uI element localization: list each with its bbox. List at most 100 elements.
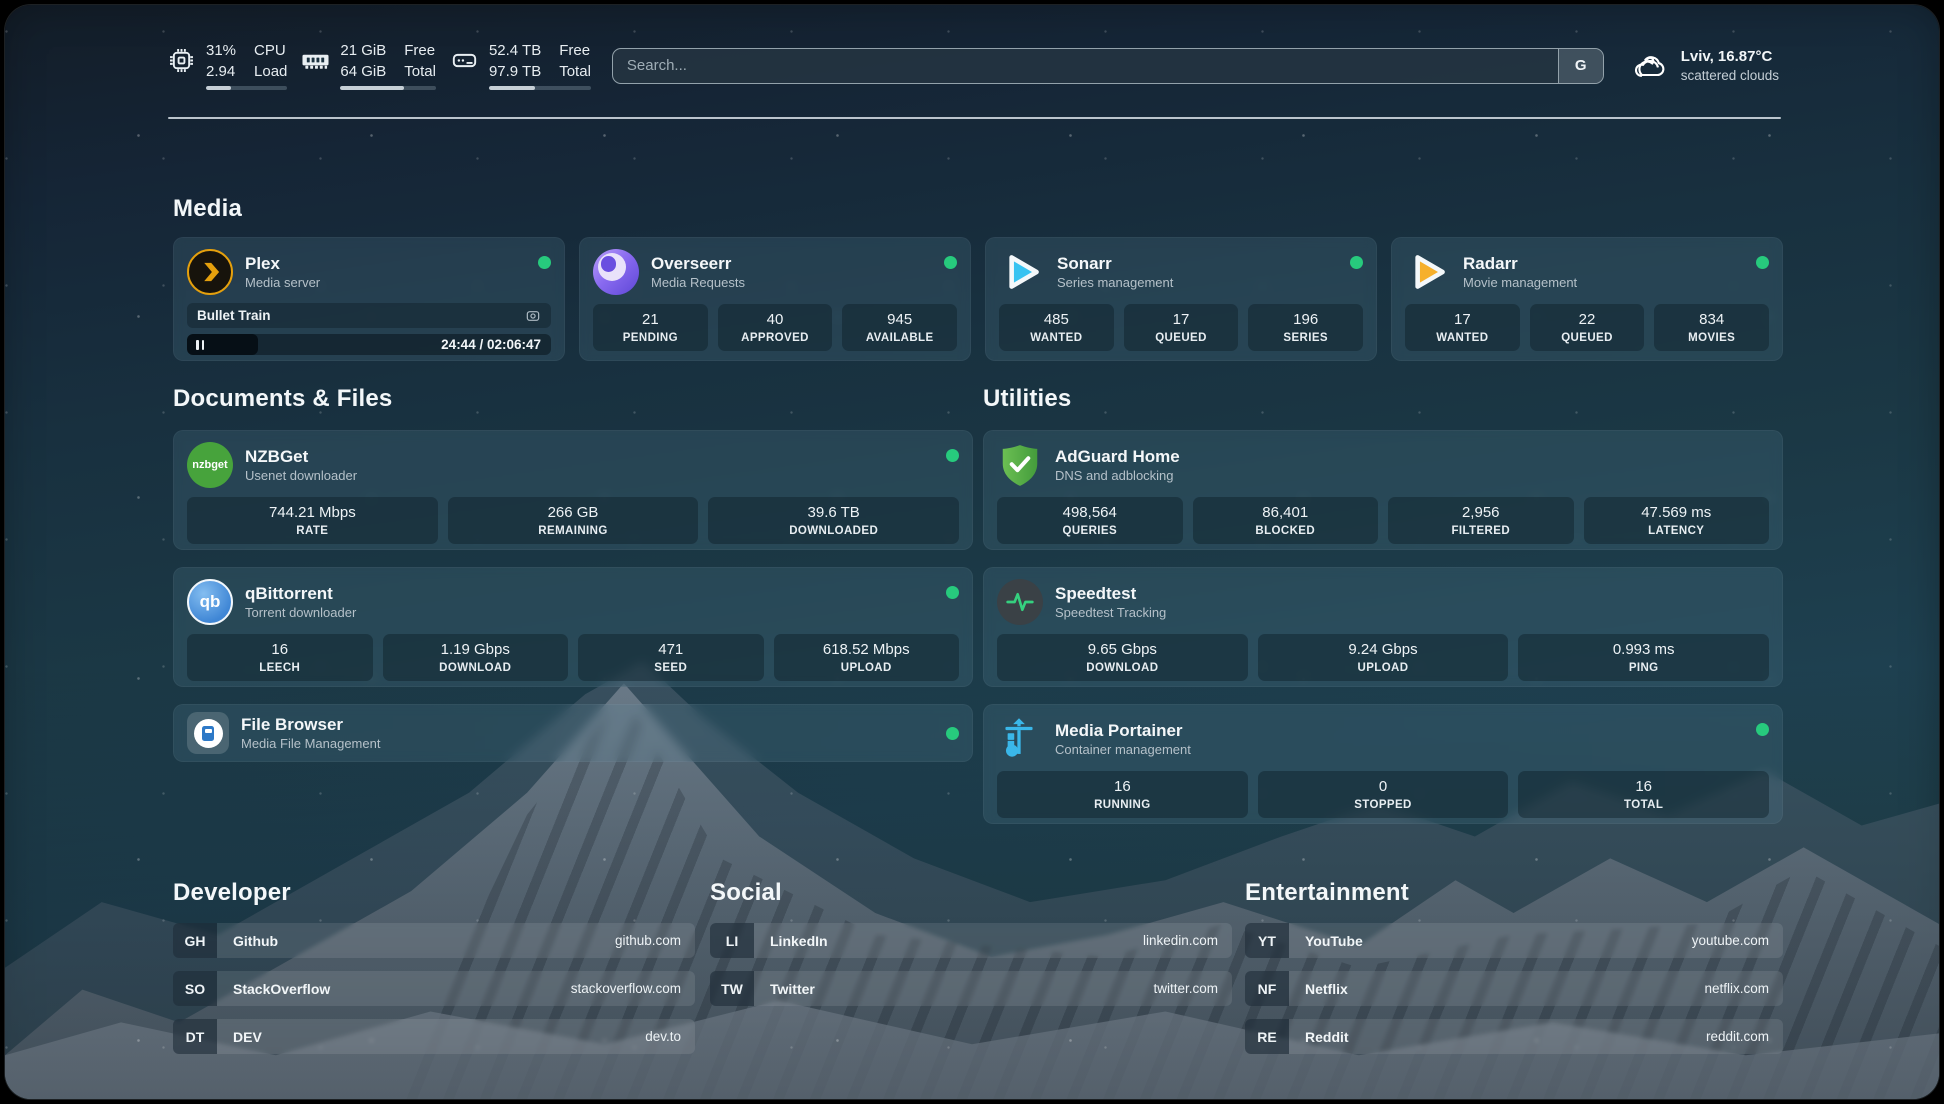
- stat-value: 1.19 Gbps: [391, 639, 561, 661]
- weather-condition: scattered clouds: [1681, 67, 1779, 85]
- stat-value: 21: [601, 309, 700, 331]
- system-stat-memory: 21 GiB 64 GiB Free Total: [302, 41, 436, 90]
- link-row-youtube[interactable]: YT YouTube youtube.com: [1245, 923, 1783, 958]
- speedtest-icon: [997, 579, 1043, 625]
- link-name: Reddit: [1305, 1029, 1349, 1045]
- stat-label: LATENCY: [1592, 524, 1762, 540]
- search-engine-button[interactable]: G: [1558, 49, 1603, 83]
- search-input[interactable]: [613, 57, 1558, 74]
- weather-location: Lviv, 16.87°C: [1681, 47, 1779, 67]
- stat-value: 618.52 Mbps: [782, 639, 952, 661]
- load-label: Load: [254, 62, 287, 83]
- link-name: DEV: [233, 1029, 262, 1045]
- stat-label: WANTED: [1413, 331, 1512, 347]
- stat-value: 0: [1266, 776, 1501, 798]
- section-title-utilities: Utilities: [983, 385, 1071, 413]
- link-row-linkedin[interactable]: LI LinkedIn linkedin.com: [710, 923, 1232, 958]
- section-title-media: Media: [173, 195, 242, 223]
- stat-tile: 39.6 TB DOWNLOADED: [708, 497, 959, 544]
- playback-time: 24:44 / 02:06:47: [441, 337, 541, 352]
- link-column-developer: GH Github github.com SO StackOverflow st…: [173, 923, 695, 1054]
- filebrowser-icon: [187, 712, 229, 754]
- app-title: AdGuard Home: [1055, 446, 1180, 468]
- now-playing-row: Bullet Train: [187, 303, 551, 328]
- stat-label: QUEUED: [1538, 331, 1637, 347]
- app-subtitle: Usenet downloader: [245, 468, 357, 485]
- system-stat-disk: 52.4 TB 97.9 TB Free Total: [451, 41, 591, 90]
- portainer-icon: [997, 716, 1043, 762]
- app-card-adguard[interactable]: AdGuard Home DNS and adblocking 498,564 …: [983, 430, 1783, 550]
- link-row-stackoverflow[interactable]: SO StackOverflow stackoverflow.com: [173, 971, 695, 1006]
- stat-tile: 744.21 Mbps RATE: [187, 497, 438, 544]
- status-online-dot: [946, 449, 959, 462]
- app-title: File Browser: [241, 714, 380, 736]
- stat-tile: 2,956 FILTERED: [1388, 497, 1574, 544]
- stat-label: DOWNLOAD: [391, 661, 561, 677]
- disk-total-label: Total: [559, 62, 591, 83]
- qbittorrent-icon-text: qb: [200, 592, 221, 612]
- stat-value: 498,564: [1005, 502, 1175, 524]
- app-card-sonarr[interactable]: Sonarr Series management 485 WANTED 17 Q…: [985, 237, 1377, 361]
- app-card-nzbget[interactable]: nzbget NZBGet Usenet downloader 744.21 M…: [173, 430, 973, 550]
- sonarr-icon: [999, 249, 1045, 295]
- link-row-netflix[interactable]: NF Netflix netflix.com: [1245, 971, 1783, 1006]
- ram-free-label: Free: [404, 41, 436, 62]
- stat-tile: 16 RUNNING: [997, 771, 1248, 818]
- section-title-social: Social: [710, 879, 782, 907]
- app-card-qbittorrent[interactable]: qb qBittorrent Torrent downloader 16 LEE…: [173, 567, 973, 687]
- app-subtitle: Media server: [245, 275, 320, 292]
- ram-progress-fill: [340, 86, 404, 90]
- link-badge: NF: [1245, 971, 1289, 1006]
- stat-tile: 16 TOTAL: [1518, 771, 1769, 818]
- ram-free-value: 21 GiB: [340, 41, 386, 62]
- app-card-radarr[interactable]: Radarr Movie management 17 WANTED 22 QUE…: [1391, 237, 1783, 361]
- link-row-reddit[interactable]: RE Reddit reddit.com: [1245, 1019, 1783, 1054]
- stat-value: 17: [1413, 309, 1512, 331]
- link-row-twitter[interactable]: TW Twitter twitter.com: [710, 971, 1232, 1006]
- playback-progress-bar[interactable]: 24:44 / 02:06:47: [187, 334, 551, 355]
- link-badge: SO: [173, 971, 217, 1006]
- stat-tile: 17 QUEUED: [1124, 304, 1239, 351]
- stat-value: 266 GB: [456, 502, 691, 524]
- pause-icon[interactable]: [196, 340, 204, 350]
- app-card-overseerr[interactable]: Overseerr Media Requests 21 PENDING 40 A…: [579, 237, 971, 361]
- app-card-portainer[interactable]: Media Portainer Container management 16 …: [983, 704, 1783, 824]
- stat-value: 196: [1256, 309, 1355, 331]
- stat-value: 39.6 TB: [716, 502, 951, 524]
- stat-label: UPLOAD: [1266, 661, 1501, 677]
- stat-label: RUNNING: [1005, 798, 1240, 814]
- link-name: LinkedIn: [770, 933, 828, 949]
- stat-value: 9.24 Gbps: [1266, 639, 1501, 661]
- status-online-dot: [946, 586, 959, 599]
- stat-value: 16: [195, 639, 365, 661]
- stat-value: 744.21 Mbps: [195, 502, 430, 524]
- search-bar[interactable]: G: [612, 48, 1604, 84]
- cloud-icon: [1632, 52, 1668, 80]
- app-card-speedtest[interactable]: Speedtest Speedtest Tracking 9.65 Gbps D…: [983, 567, 1783, 687]
- app-subtitle: Container management: [1055, 742, 1191, 759]
- link-badge: GH: [173, 923, 217, 958]
- link-row-github[interactable]: GH Github github.com: [173, 923, 695, 958]
- disk-free-label: Free: [559, 41, 591, 62]
- app-card-plex[interactable]: Plex Media server Bullet Train 24:44 / 0…: [173, 237, 565, 361]
- stat-tile: 0 STOPPED: [1258, 771, 1509, 818]
- link-url: reddit.com: [1706, 1029, 1769, 1044]
- ram-icon: [302, 47, 329, 74]
- app-card-filebrowser[interactable]: File Browser Media File Management: [173, 704, 973, 762]
- link-name: Github: [233, 933, 278, 949]
- stat-label: DOWNLOAD: [1005, 661, 1240, 677]
- link-url: dev.to: [645, 1029, 681, 1044]
- stat-tile: 86,401 BLOCKED: [1193, 497, 1379, 544]
- disk-total-value: 97.9 TB: [489, 62, 541, 83]
- stat-tile: 945 AVAILABLE: [842, 304, 957, 351]
- stat-label: QUERIES: [1005, 524, 1175, 540]
- app-title: Speedtest: [1055, 583, 1166, 605]
- link-url: github.com: [615, 933, 681, 948]
- overseerr-icon: [593, 249, 639, 295]
- stat-tile: 9.65 Gbps DOWNLOAD: [997, 634, 1248, 681]
- link-row-dev[interactable]: DT DEV dev.to: [173, 1019, 695, 1054]
- stat-tile: 1.19 Gbps DOWNLOAD: [383, 634, 569, 681]
- stat-label: PENDING: [601, 331, 700, 347]
- app-title: Media Portainer: [1055, 720, 1191, 742]
- stat-label: AVAILABLE: [850, 331, 949, 347]
